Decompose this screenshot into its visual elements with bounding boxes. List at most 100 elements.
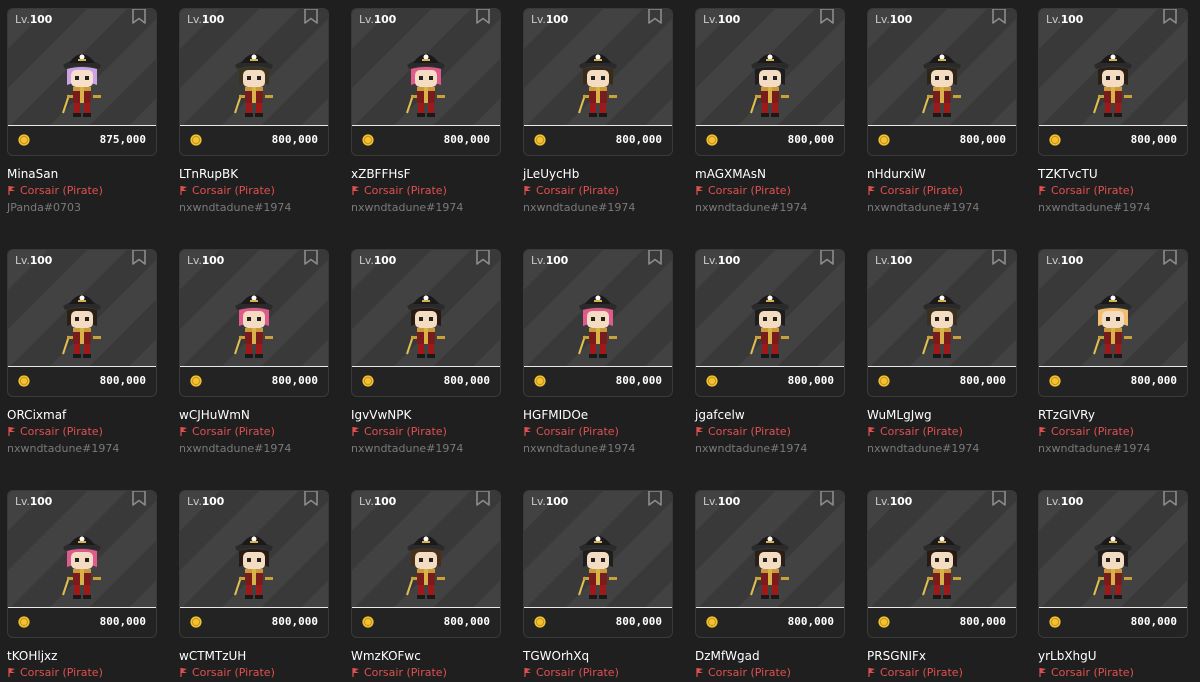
character-name[interactable]: MinaSan (7, 167, 58, 181)
character-card[interactable]: Lv.100 (523, 8, 673, 156)
character-card[interactable]: Lv.100 (867, 249, 1017, 397)
listing-item[interactable]: Lv.100 (7, 8, 157, 214)
character-card[interactable]: Lv.100 (867, 8, 1017, 156)
bookmark-icon[interactable] (476, 491, 490, 506)
character-card[interactable]: Lv.100 (695, 490, 845, 638)
listing-item[interactable]: Lv.100 (695, 8, 845, 214)
bookmark-icon[interactable] (1163, 9, 1177, 24)
character-card[interactable]: Lv.100 (7, 249, 157, 397)
bookmark-icon[interactable] (476, 9, 490, 24)
character-name[interactable]: yrLbXhgU (1038, 649, 1097, 663)
seller-name[interactable]: nxwndtadune#1974 (7, 442, 119, 455)
listing-item[interactable]: Lv.100 (523, 249, 673, 455)
listing-item[interactable]: Lv.100 (179, 8, 329, 214)
listing-item[interactable]: Lv.100 (7, 249, 157, 455)
character-card[interactable]: Lv.100 (179, 8, 329, 156)
character-name[interactable]: HGFMIDOe (523, 408, 588, 422)
listing-item[interactable]: Lv.100 (695, 249, 845, 455)
seller-name[interactable]: JPanda#0703 (7, 201, 81, 214)
character-card[interactable]: Lv.100 (179, 249, 329, 397)
bookmark-icon[interactable] (992, 9, 1006, 24)
bookmark-icon[interactable] (648, 9, 662, 24)
listing-item[interactable]: Lv.100 (867, 249, 1017, 455)
character-name[interactable]: jLeUycHb (523, 167, 579, 181)
character-card[interactable]: Lv.100 (179, 490, 329, 638)
seller-name[interactable]: nxwndtadune#1974 (867, 442, 979, 455)
listing-item[interactable]: Lv.100 (351, 490, 501, 679)
character-card[interactable]: Lv.100 (7, 8, 157, 156)
listing-item[interactable]: Lv.100 (351, 8, 501, 214)
bookmark-icon[interactable] (132, 9, 146, 24)
character-name[interactable]: mAGXMAsN (695, 167, 766, 181)
character-name[interactable]: LTnRupBK (179, 167, 238, 181)
character-name[interactable]: jgafcelw (695, 408, 745, 422)
character-name[interactable]: IgvVwNPK (351, 408, 411, 422)
bookmark-icon[interactable] (820, 491, 834, 506)
listing-item[interactable]: Lv.100 (179, 249, 329, 455)
character-card[interactable]: Lv.100 (1038, 490, 1188, 638)
bookmark-icon[interactable] (820, 250, 834, 265)
bookmark-icon[interactable] (992, 491, 1006, 506)
character-card[interactable]: Lv.100 (523, 249, 673, 397)
listing-item[interactable]: Lv.100 (1038, 490, 1188, 679)
bookmark-icon[interactable] (648, 491, 662, 506)
seller-name[interactable]: nxwndtadune#1974 (695, 201, 807, 214)
character-card[interactable]: Lv.100 (867, 490, 1017, 638)
seller-name[interactable]: nxwndtadune#1974 (351, 442, 463, 455)
pirate-flag-icon (524, 186, 531, 195)
listing-item[interactable]: Lv.100 (7, 490, 157, 679)
character-card[interactable]: Lv.100 (351, 8, 501, 156)
bookmark-icon[interactable] (1163, 250, 1177, 265)
character-card[interactable]: Lv.100 (523, 490, 673, 638)
seller-name[interactable]: nxwndtadune#1974 (351, 201, 463, 214)
bookmark-icon[interactable] (1163, 491, 1177, 506)
character-name[interactable]: PRSGNIFx (867, 649, 926, 663)
listing-item[interactable]: Lv.100 (523, 8, 673, 214)
listing-item[interactable]: Lv.100 (351, 249, 501, 455)
listing-item[interactable]: Lv.100 (1038, 249, 1188, 455)
bookmark-icon[interactable] (476, 250, 490, 265)
bookmark-icon[interactable] (820, 9, 834, 24)
bookmark-icon[interactable] (648, 250, 662, 265)
seller-name[interactable]: nxwndtadune#1974 (523, 201, 635, 214)
bookmark-icon[interactable] (992, 250, 1006, 265)
character-name[interactable]: RTzGIVRy (1038, 408, 1095, 422)
character-name[interactable]: wCJHuWmN (179, 408, 250, 422)
seller-name[interactable]: nxwndtadune#1974 (867, 201, 979, 214)
seller-name[interactable]: nxwndtadune#1974 (695, 442, 807, 455)
seller-name[interactable]: nxwndtadune#1974 (179, 442, 291, 455)
listing-item[interactable]: Lv.100 (695, 490, 845, 679)
seller-name[interactable]: nxwndtadune#1974 (1038, 442, 1150, 455)
character-name[interactable]: ORCixmaf (7, 408, 66, 422)
character-name[interactable]: DzMfWgad (695, 649, 760, 663)
character-card[interactable]: Lv.100 (1038, 8, 1188, 156)
character-name[interactable]: TZKTvcTU (1038, 167, 1098, 181)
character-name[interactable]: xZBFFHsF (351, 167, 411, 181)
listing-item[interactable]: Lv.100 (867, 490, 1017, 679)
listing-item[interactable]: Lv.100 (523, 490, 673, 679)
character-card[interactable]: Lv.100 (351, 249, 501, 397)
seller-name[interactable]: nxwndtadune#1974 (523, 442, 635, 455)
character-card[interactable]: Lv.100 (7, 490, 157, 638)
level-value: 100 (201, 13, 225, 26)
character-card[interactable]: Lv.100 (351, 490, 501, 638)
character-card[interactable]: Lv.100 (695, 8, 845, 156)
character-name[interactable]: WmzKOFwc (351, 649, 421, 663)
character-name[interactable]: WuMLgJwg (867, 408, 932, 422)
bookmark-icon[interactable] (304, 250, 318, 265)
listing-item[interactable]: Lv.100 (179, 490, 329, 679)
character-card[interactable]: Lv.100 (1038, 249, 1188, 397)
seller-name[interactable]: nxwndtadune#1974 (179, 201, 291, 214)
character-name[interactable]: nHdurxiW (867, 167, 926, 181)
character-name[interactable]: TGWOrhXq (523, 649, 589, 663)
seller-name[interactable]: nxwndtadune#1974 (1038, 201, 1150, 214)
character-name[interactable]: tKOHljxz (7, 649, 57, 663)
character-card[interactable]: Lv.100 (695, 249, 845, 397)
bookmark-icon[interactable] (132, 491, 146, 506)
listing-item[interactable]: Lv.100 (1038, 8, 1188, 214)
character-name[interactable]: wCTMTzUH (179, 649, 246, 663)
bookmark-icon[interactable] (132, 250, 146, 265)
bookmark-icon[interactable] (304, 491, 318, 506)
listing-item[interactable]: Lv.100 (867, 8, 1017, 214)
bookmark-icon[interactable] (304, 9, 318, 24)
